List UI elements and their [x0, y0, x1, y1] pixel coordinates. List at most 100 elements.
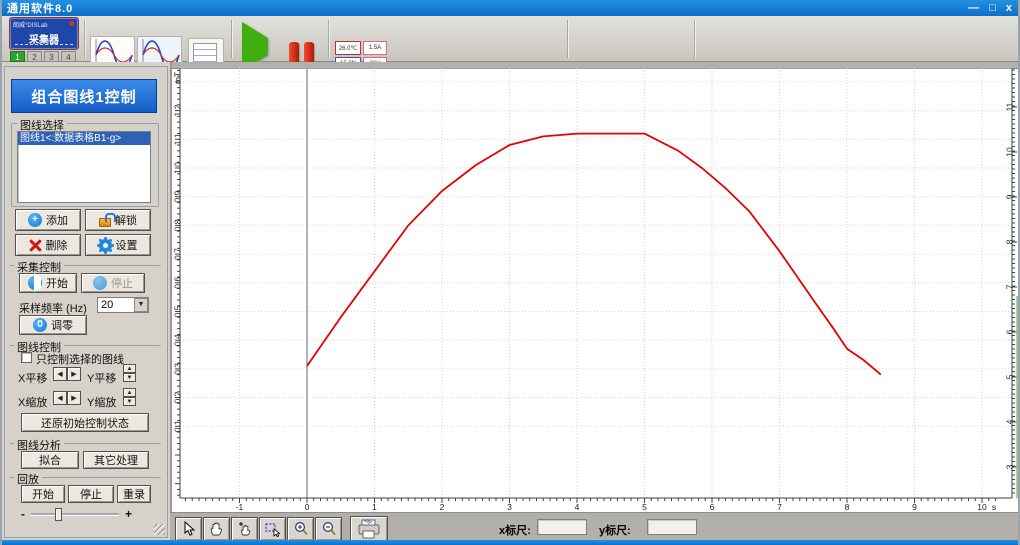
toolbar-divider: [231, 20, 233, 58]
combo-dropdown-icon[interactable]: ▼: [134, 298, 148, 312]
acq-stop-button[interactable]: 停止: [81, 273, 145, 293]
zoom-in-icon: [294, 521, 308, 536]
plus-icon: +: [28, 213, 42, 227]
chart-area[interactable]: 0.1 0.2 0.3 0.4 0.5 0.6 0.7 0.8 0.9 1.0 1.1 1.2 mT -1…: [172, 62, 1020, 512]
y-pan-stepper[interactable]: ▲ ▼: [123, 364, 136, 382]
graph-control-panel: 组合图线1控制 图线选择 图线1<:数据表格B1-g> + 添加 解锁 删除 设…: [4, 66, 168, 538]
x-zoom-stepper[interactable]: ◀ ▶: [53, 391, 81, 405]
left-axis-tick-label: 0.7: [172, 248, 182, 260]
pointer-icon: [184, 521, 195, 536]
current-meter: 1.5A: [363, 41, 387, 55]
print-button[interactable]: [350, 516, 388, 542]
title-bar[interactable]: 通用软件8.0 — □ x: [2, 0, 1018, 16]
left-axis-tick-label: 0.3: [172, 363, 182, 375]
only-selected-checkbox[interactable]: [21, 352, 32, 363]
minimize-button[interactable]: —: [968, 1, 979, 15]
panel-title: 组合图线1控制: [11, 79, 157, 113]
restore-defaults-button[interactable]: 还原初始控制状态: [21, 413, 149, 432]
zero-adjust-button[interactable]: 0 调零: [19, 315, 87, 335]
x-axis-tick-label: 9: [912, 502, 917, 512]
toolbar-divider: [328, 20, 330, 58]
right-axis-tick-label: 4: [1004, 419, 1014, 424]
x-ruler-input[interactable]: [537, 519, 587, 535]
channel-2-indicator[interactable]: 2: [27, 51, 42, 62]
resize-grip[interactable]: [154, 524, 165, 535]
close-button[interactable]: x: [1006, 1, 1012, 15]
channel-1-indicator[interactable]: 1: [10, 51, 25, 62]
start-experiment-button[interactable]: [242, 22, 268, 71]
x-axis-tick-label: 7: [777, 502, 782, 512]
graph-select-group: 图线选择 图线1<:数据表格B1-g>: [11, 117, 159, 207]
left-axis-tick-label: 0.6: [172, 277, 182, 289]
x-axis-tick-label: 3: [507, 502, 512, 512]
right-axis-tick-label: 8: [1004, 239, 1014, 244]
y-zoom-label: Y缩放: [87, 397, 117, 409]
playback-stop-button[interactable]: 停止: [68, 485, 114, 503]
left-axis-tick-label: 1.1: [172, 133, 182, 145]
left-axis-tick-label: 0.1: [172, 420, 182, 432]
delete-label: 删除: [45, 240, 68, 252]
slider-track[interactable]: [31, 507, 119, 521]
down-arrow-icon[interactable]: ▼: [123, 397, 136, 406]
list-item[interactable]: 图线1<:数据表格B1-g>: [18, 132, 150, 145]
channel-4-indicator[interactable]: 4: [61, 51, 76, 62]
graph-listbox[interactable]: 图线1<:数据表格B1-g>: [17, 131, 151, 203]
up-arrow-icon[interactable]: ▲: [123, 364, 136, 373]
delete-graph-button[interactable]: 删除: [15, 234, 81, 256]
other-processing-button[interactable]: 其它处理: [83, 451, 149, 469]
left-axis-tick-label: 0.9: [172, 191, 182, 203]
toolbar-divider: [567, 20, 569, 58]
window-title: 通用软件8.0: [7, 3, 74, 15]
fit-button[interactable]: 拟合: [21, 451, 79, 469]
add-graph-button[interactable]: + 添加: [15, 209, 81, 231]
up-arrow-icon[interactable]: ▲: [123, 388, 136, 397]
right-axis-tick-label: 10: [1004, 147, 1014, 157]
acq-start-label: 开始: [46, 278, 68, 290]
playback-speed-slider[interactable]: - +: [21, 507, 132, 521]
right-arrow-icon[interactable]: ▶: [67, 391, 81, 405]
slider-thumb[interactable]: [55, 507, 62, 521]
channel-3-indicator[interactable]: 3: [44, 51, 59, 62]
zero-label: 调零: [51, 320, 73, 332]
left-arrow-icon[interactable]: ◀: [53, 391, 67, 405]
zoom-out-tool-button[interactable]: [315, 517, 342, 541]
acq-start-button[interactable]: 开始: [19, 273, 77, 293]
x-axis-tick-label: 2: [440, 502, 445, 512]
playback-stop-label: 停止: [80, 489, 102, 501]
down-arrow-icon[interactable]: ▼: [123, 373, 136, 382]
left-axis-tick-label: 1.0: [172, 162, 182, 174]
pan-tool-button[interactable]: [203, 517, 230, 541]
settings-button[interactable]: 设置: [85, 234, 151, 256]
maximize-button[interactable]: □: [989, 1, 996, 15]
left-arrow-icon[interactable]: ◀: [53, 367, 67, 381]
pointer-tool-button[interactable]: [175, 517, 202, 541]
sample-rate-combobox[interactable]: 20 ▼: [97, 297, 149, 313]
y-zoom-stepper[interactable]: ▲ ▼: [123, 388, 136, 406]
application-window: 通用软件8.0 — □ x 朗威°DISLab 采集器 1 2 3 4 26.0…: [0, 0, 1020, 545]
other-processing-label: 其它处理: [94, 455, 138, 467]
drag-pan-tool-button[interactable]: [231, 517, 258, 541]
zoom-in-tool-button[interactable]: [287, 517, 314, 541]
printer-icon: [358, 519, 380, 539]
window-bottom-border: [2, 540, 1018, 545]
playback-start-button[interactable]: 开始: [21, 485, 65, 503]
datalogger-device-button[interactable]: 朗威°DISLab 采集器 1 2 3 4: [10, 18, 78, 62]
sample-rate-label: 采样频率 (Hz): [19, 303, 87, 315]
hand-plus-icon: [238, 522, 250, 536]
device-underline: [15, 44, 73, 45]
y-pan-label: Y平移: [87, 373, 117, 385]
rerecord-label: 重录: [123, 489, 145, 501]
x-pan-stepper[interactable]: ◀ ▶: [53, 367, 81, 381]
stop-square-icon: [93, 276, 107, 290]
chart-top-splitter: [172, 62, 1018, 68]
combined-graph-plot[interactable]: 0.1 0.2 0.3 0.4 0.5 0.6 0.7 0.8 0.9 1.0 1.1 1.2 mT -1…: [172, 62, 1020, 512]
right-arrow-icon[interactable]: ▶: [67, 367, 81, 381]
y-ruler-input[interactable]: [647, 519, 697, 535]
right-axis-tick-label: 5: [1004, 374, 1014, 379]
unlock-button[interactable]: 解锁: [85, 209, 151, 231]
control-sidebar: 组合图线1控制 图线选择 图线1<:数据表格B1-g> + 添加 解锁 删除 设…: [2, 62, 172, 540]
device-power-led: [69, 21, 74, 26]
zero-icon: 0: [33, 318, 47, 332]
zoom-rect-tool-button[interactable]: [259, 517, 286, 541]
rerecord-button[interactable]: 重录: [117, 485, 151, 503]
